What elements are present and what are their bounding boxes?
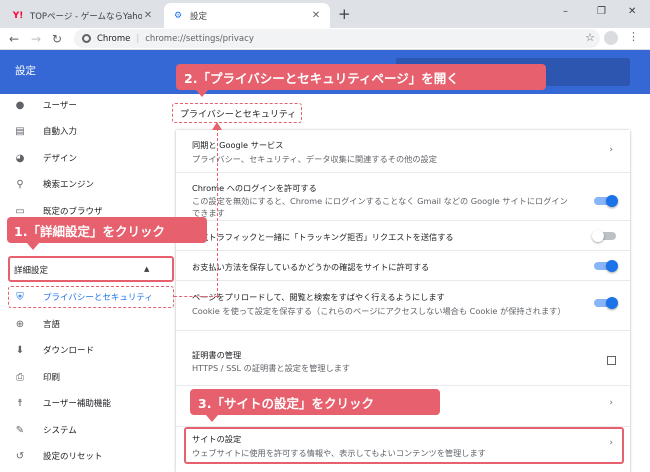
external-link-icon [607,356,616,365]
minimize-button[interactable]: – [563,6,568,17]
restore-button[interactable]: ❐ [597,6,606,17]
highlight-advanced [8,256,174,282]
sidebar-item-design[interactable]: ◕ デザイン [0,145,172,171]
printer-icon: ⎙ [16,371,24,383]
connector-horizontal [174,296,218,297]
yahoo-y-icon: Y! [12,10,24,21]
globe-icon: ⊕ [15,318,25,330]
row-subtitle: Cookie を使って設定を保存する（これらのページにアクセスしない場合も Co… [192,306,566,316]
kebab-menu-icon[interactable]: ⋮ [628,30,639,43]
search-icon: ⚲ [16,178,24,190]
sidebar-item-system[interactable]: ✎ システム [0,417,172,443]
sidebar-item-label: 自動入力 [43,127,78,137]
sidebar-item-reset[interactable]: ↺ 設定のリセット [0,443,172,469]
row-title: ページをプリロードして、閲覧と検索をすばやく行えるようにします [192,292,445,302]
sidebar-item-label: デザイン [43,154,78,164]
chevron-right-icon: › [609,398,613,408]
sidebar-item-label: システム [43,426,77,436]
sidebar-item-label: 設定のリセット [43,452,103,462]
toggle-chrome-login[interactable] [594,195,618,207]
highlight-privacy-item [8,286,174,308]
row-subtitle: この設定を無効にすると、Chrome にログインすることなく Gmail などの… [192,196,568,206]
settings-gear-icon: ⚙ [173,10,183,21]
privacy-settings-card: 同期と Google サービス プライバシー、セキュリティ、データ収集に関連する… [176,130,630,472]
sidebar-item-label: ユーザー補助機能 [43,399,111,409]
omnibox-chrome-label: Chrome [97,33,131,44]
browser-toolbar: ← → ↻ Chrome | chrome://settings/privacy… [0,28,650,50]
tab-yahoo-mobage[interactable]: Y! TOPページ - ゲームならYahoo!モバゲー ✕ [4,3,162,28]
annotation-step2-text: 2.「プライバシーとセキュリティページ」を開く [184,70,459,86]
sidebar-item-label: 既定のブラウザ [43,207,103,217]
annotation-step3: 3.「サイトの設定」をクリック [190,389,440,422]
forward-arrow-icon[interactable]: → [31,31,41,47]
chrome-site-icon [82,34,91,43]
sidebar-item-label: ユーザー [43,101,77,111]
row-manage-certificates[interactable]: 証明書の管理 HTTPS / SSL の証明書と設定を管理します [176,330,630,374]
row-title: 証明書の管理 [192,350,242,360]
sidebar-item-accessibility[interactable]: ☨ ユーザー補助機能 [0,390,172,416]
sidebar-item-label: 言語 [43,320,61,330]
address-bar[interactable]: Chrome | chrome://settings/privacy ☆ [74,29,600,48]
sidebar-item-download[interactable]: ⬇ ダウンロード [0,337,172,363]
tab-settings[interactable]: ⚙ 設定 ✕ [164,3,330,28]
row-subtitle: プライバシー、セキュリティ、データ収集に関連するその他の設定 [192,154,437,164]
sidebar-item-label: 検索エンジン [43,180,95,190]
reload-icon[interactable]: ↻ [52,31,62,47]
bookmark-star-icon[interactable]: ☆ [585,31,595,44]
connector-vertical [217,128,218,296]
sidebar-item-label: ダウンロード [43,346,95,356]
callout-tail [27,243,39,250]
clipboard-icon: ▤ [15,125,25,137]
new-tab-button[interactable]: + [338,6,351,22]
row-allow-chrome-login: Chrome へのログインを許可する この設定を無効にすると、Chrome にロ… [176,172,630,220]
close-tab-icon[interactable]: ✕ [310,10,322,21]
chevron-right-icon: › [609,145,613,155]
row-title: 閲覧トラフィックと一緒に「トラッキング拒否」リクエストを送信する [192,232,454,242]
wrench-icon: ✎ [15,424,25,436]
highlight-site-settings [184,427,624,464]
tab-title: 設定 [190,11,208,22]
tab-title: TOPページ - ゲームならYahoo!モバゲー [30,11,142,22]
back-arrow-icon[interactable]: ← [9,31,19,47]
row-title: お支払い方法を保存しているかどうかの確認をサイトに許可する [192,262,430,272]
row-title: 同期と Google サービス [192,140,284,150]
row-sync-google-services[interactable]: 同期と Google サービス プライバシー、セキュリティ、データ収集に関連する… [176,130,630,172]
accessibility-icon: ☨ [17,397,23,409]
reset-icon: ↺ [15,450,25,462]
toggle-payment-methods[interactable] [594,260,618,272]
palette-icon: ◕ [15,152,25,164]
annotation-step3-text: 3.「サイトの設定」をクリック [198,395,374,411]
person-icon: ● [15,99,25,111]
highlight-section-title [172,103,302,123]
tab-strip: Y! TOPページ - ゲームならYahoo!モバゲー ✕ ⚙ 設定 ✕ + –… [0,0,650,28]
annotation-step2: 2.「プライバシーとセキュリティページ」を開く [176,64,546,97]
omnibox-url: chrome://settings/privacy [145,33,254,44]
close-window-button[interactable]: ✕ [628,6,636,17]
row-subtitle: HTTPS / SSL の証明書と設定を管理します [192,363,351,373]
toggle-do-not-track[interactable] [592,230,616,242]
sidebar-item-autofill[interactable]: ▤ 自動入力 [0,118,172,144]
callout-tail [206,415,218,422]
row-payment-methods: お支払い方法を保存しているかどうかの確認をサイトに許可する [176,250,630,280]
row-do-not-track: 閲覧トラフィックと一緒に「トラッキング拒否」リクエストを送信する [176,220,630,250]
row-preload-pages: ページをプリロードして、閲覧と検索をすばやく行えるようにします Cookie を… [176,280,630,324]
settings-title: 設定 [15,65,36,77]
sidebar-item-search-engine[interactable]: ⚲ 検索エンジン [0,171,172,197]
annotation-step1: 1.「詳細設定」をクリック [7,217,207,250]
download-icon: ⬇ [15,344,25,356]
sidebar-item-label: 印刷 [43,373,61,383]
callout-tail [196,90,208,97]
sidebar-item-users[interactable]: ● ユーザー [0,92,172,118]
close-tab-icon[interactable]: ✕ [142,10,154,21]
sidebar-item-print[interactable]: ⎙ 印刷 [0,364,172,390]
connector-arrowhead [212,122,222,130]
omnibox-separator: | [136,33,140,44]
toggle-preload-pages[interactable] [594,297,618,309]
browser-icon: ▭ [15,205,25,217]
profile-avatar[interactable] [604,31,618,45]
annotation-step1-text: 1.「詳細設定」をクリック [14,223,165,239]
sidebar-item-language[interactable]: ⊕ 言語 [0,311,172,337]
row-title: Chrome へのログインを許可する [192,183,317,193]
